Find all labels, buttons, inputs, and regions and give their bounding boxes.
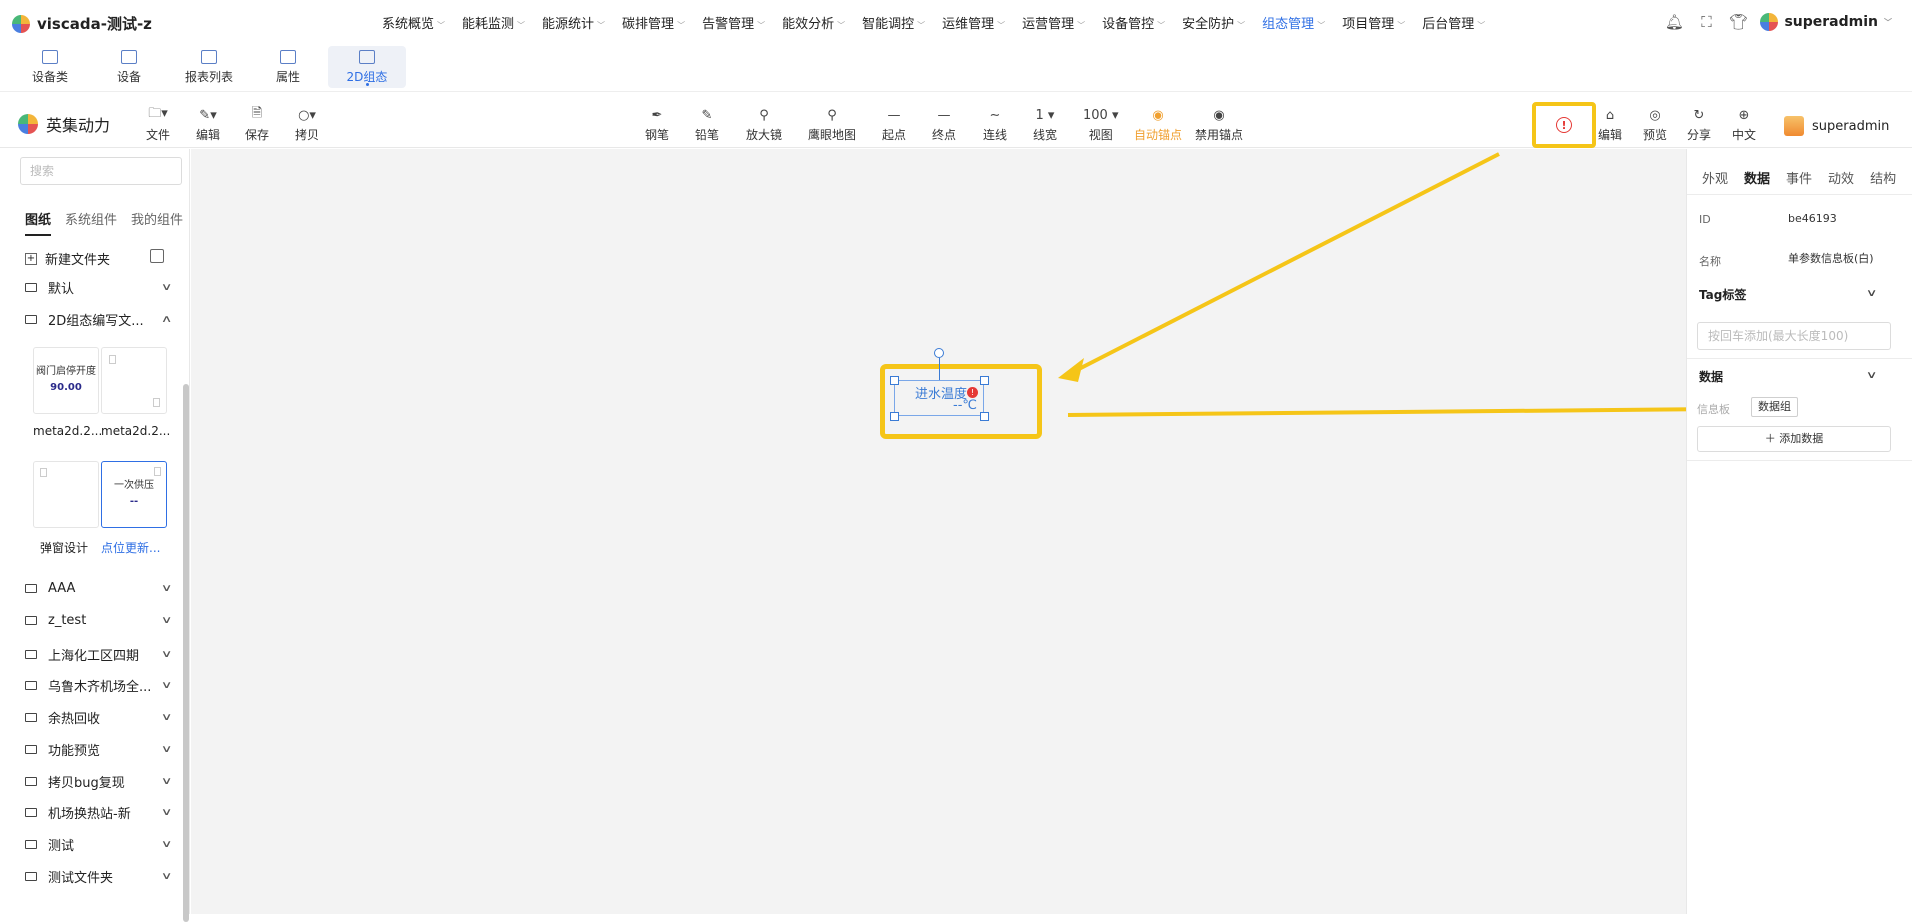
tab-animation[interactable]: 动效 bbox=[1828, 168, 1854, 187]
tab-events[interactable]: 事件 bbox=[1786, 168, 1812, 187]
data-row-label: 信息板 bbox=[1697, 403, 1730, 416]
tag-section-header[interactable]: Tag标签 bbox=[1699, 286, 1746, 303]
name-label: 名称 bbox=[1699, 255, 1721, 268]
divider bbox=[1687, 194, 1912, 195]
tab-structure[interactable]: 结构 bbox=[1870, 168, 1896, 187]
chevron-down-icon[interactable]: ∨ bbox=[1866, 370, 1878, 381]
plus-icon: ＋ bbox=[1764, 432, 1780, 445]
chevron-down-icon[interactable]: ∨ bbox=[1866, 288, 1878, 299]
tab-appearance[interactable]: 外观 bbox=[1702, 168, 1728, 187]
data-section-header[interactable]: 数据 bbox=[1699, 368, 1723, 385]
arrow-line bbox=[1067, 407, 1723, 417]
id-value: be46193 bbox=[1788, 212, 1837, 225]
id-label: ID bbox=[1699, 213, 1711, 226]
property-tabs: 外观 数据 事件 动效 结构 bbox=[1702, 168, 1896, 187]
divider bbox=[1687, 358, 1912, 359]
tag-input[interactable]: 按回车添加(最大长度100) bbox=[1697, 322, 1891, 350]
tab-data[interactable]: 数据 bbox=[1744, 168, 1770, 187]
right-panel: 外观 数据 事件 动效 结构 ID be46193 名称 单参数信息板(白) T… bbox=[1686, 149, 1912, 914]
annotation-arrows bbox=[1058, 152, 1738, 419]
divider bbox=[1687, 460, 1912, 461]
add-data-label: 添加数据 bbox=[1779, 432, 1824, 445]
arrow-head bbox=[1058, 358, 1084, 382]
data-group-button[interactable]: 数据组 bbox=[1751, 397, 1798, 417]
name-value[interactable]: 单参数信息板(白) bbox=[1788, 250, 1874, 266]
add-data-button[interactable]: ＋ 添加数据 bbox=[1697, 426, 1891, 452]
arrow-line bbox=[1074, 152, 1500, 373]
